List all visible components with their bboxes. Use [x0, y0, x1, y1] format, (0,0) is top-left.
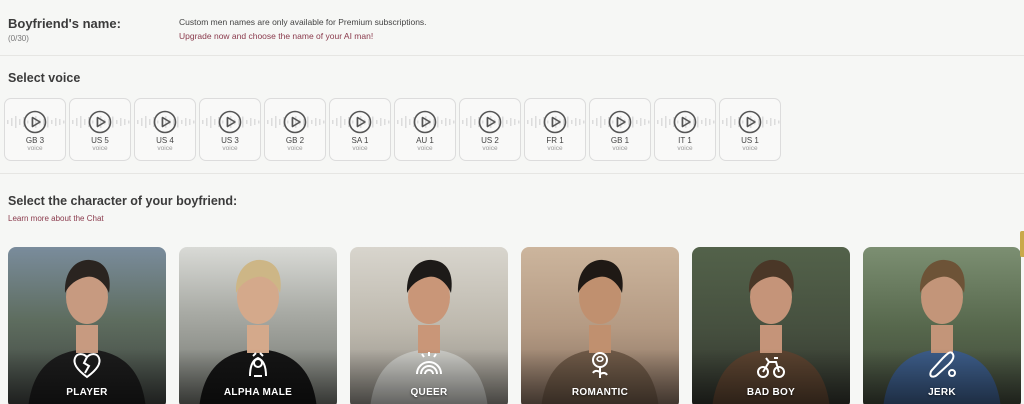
learn-more-link[interactable]: Learn more about the Chat — [8, 214, 104, 223]
premium-note: Custom men names are only available for … — [179, 17, 427, 27]
voice-sublabel: voice — [92, 145, 108, 152]
character-label: BAD BOY — [746, 387, 796, 398]
voice-code: AU 1 — [416, 136, 434, 145]
voice-code: IT 1 — [678, 136, 692, 145]
name-title: Boyfriend's name: — [8, 16, 121, 31]
play-icon[interactable] — [153, 110, 177, 134]
character-label: ALPHA MALE — [223, 387, 293, 398]
voice-sublabel: voice — [157, 145, 173, 152]
upgrade-link[interactable]: Upgrade now and choose the name of your … — [179, 31, 373, 41]
character-card[interactable]: JERK — [863, 247, 1021, 404]
voice-card[interactable]: US 1 voice — [719, 98, 781, 161]
play-icon[interactable] — [478, 110, 502, 134]
voice-sublabel: voice — [417, 145, 433, 152]
voice-code: GB 3 — [25, 136, 45, 145]
voice-card[interactable]: FR 1 voice — [524, 98, 586, 161]
play-icon[interactable] — [738, 110, 762, 134]
voice-sublabel: voice — [27, 145, 43, 152]
broken-heart-icon — [73, 353, 101, 379]
voice-sublabel: voice — [352, 145, 368, 152]
voice-card[interactable]: US 4 voice — [134, 98, 196, 161]
play-icon[interactable] — [543, 110, 567, 134]
voice-sublabel: voice — [222, 145, 238, 152]
voice-sublabel: voice — [287, 145, 303, 152]
play-icon[interactable] — [88, 110, 112, 134]
voice-code: GB 2 — [285, 136, 305, 145]
voice-sublabel: voice — [677, 145, 693, 152]
play-icon[interactable] — [413, 110, 437, 134]
voice-card[interactable]: SA 1 voice — [329, 98, 391, 161]
character-card[interactable]: ROMANTIC — [521, 247, 679, 404]
play-icon[interactable] — [283, 110, 307, 134]
character-label: PLAYER — [66, 387, 108, 398]
voice-code: FR 1 — [546, 136, 564, 145]
voice-sublabel: voice — [547, 145, 563, 152]
voice-code: US 3 — [221, 136, 239, 145]
character-label: JERK — [928, 387, 956, 398]
voice-code: SA 1 — [351, 136, 369, 145]
character-section-title: Select the character of your boyfriend: — [8, 194, 238, 208]
voice-list: GB 3 voice US 5 voice US 4 voice US 3 voice GB 2… — [4, 98, 781, 161]
voice-card[interactable]: IT 1 voice — [654, 98, 716, 161]
play-icon[interactable] — [608, 110, 632, 134]
play-icon[interactable] — [23, 110, 47, 134]
rainbow-icon — [416, 352, 442, 375]
character-section: Select the character of your boyfriend: … — [0, 175, 1024, 404]
play-icon[interactable] — [348, 110, 372, 134]
voice-card[interactable]: GB 2 voice — [264, 98, 326, 161]
voice-code: US 2 — [481, 136, 499, 145]
voice-card[interactable]: AU 1 voice — [394, 98, 456, 161]
voice-code: GB 1 — [610, 136, 630, 145]
voice-card[interactable]: GB 1 voice — [589, 98, 651, 161]
voice-sublabel: voice — [482, 145, 498, 152]
voice-code: US 1 — [741, 136, 759, 145]
voice-card[interactable]: US 2 voice — [459, 98, 521, 161]
rose-icon — [592, 352, 608, 378]
voice-section: Select voice GB 3 voice US 5 voice US 4 voice… — [0, 56, 1024, 174]
motorcycle-icon — [757, 357, 785, 378]
baseball-bat-icon — [929, 351, 956, 378]
character-card[interactable]: QUEER — [350, 247, 508, 404]
name-char-counter: (0/30) — [8, 34, 29, 43]
voice-code: US 5 — [91, 136, 109, 145]
character-label: QUEER — [410, 387, 448, 398]
character-label: ROMANTIC — [571, 387, 629, 398]
character-card[interactable]: ALPHA MALE — [179, 247, 337, 404]
voice-card[interactable]: US 3 voice — [199, 98, 261, 161]
side-tab-handle[interactable] — [1020, 231, 1024, 257]
voice-card[interactable]: GB 3 voice — [4, 98, 66, 161]
play-icon[interactable] — [218, 110, 242, 134]
voice-sublabel: voice — [612, 145, 628, 152]
voice-section-title: Select voice — [8, 71, 81, 85]
character-card[interactable]: PLAYER — [8, 247, 166, 404]
character-card[interactable]: BAD BOY — [692, 247, 850, 404]
character-list: PLAYER ALPHA MALE QUEER ROMANTIC BAD BOY JERK — [8, 247, 1021, 404]
voice-card[interactable]: US 5 voice — [69, 98, 131, 161]
boyfriend-name-section: Boyfriend's name: (0/30) Custom men name… — [0, 0, 1024, 56]
lion-icon — [249, 352, 267, 377]
play-icon[interactable] — [673, 110, 697, 134]
voice-code: US 4 — [156, 136, 174, 145]
voice-sublabel: voice — [742, 145, 758, 152]
